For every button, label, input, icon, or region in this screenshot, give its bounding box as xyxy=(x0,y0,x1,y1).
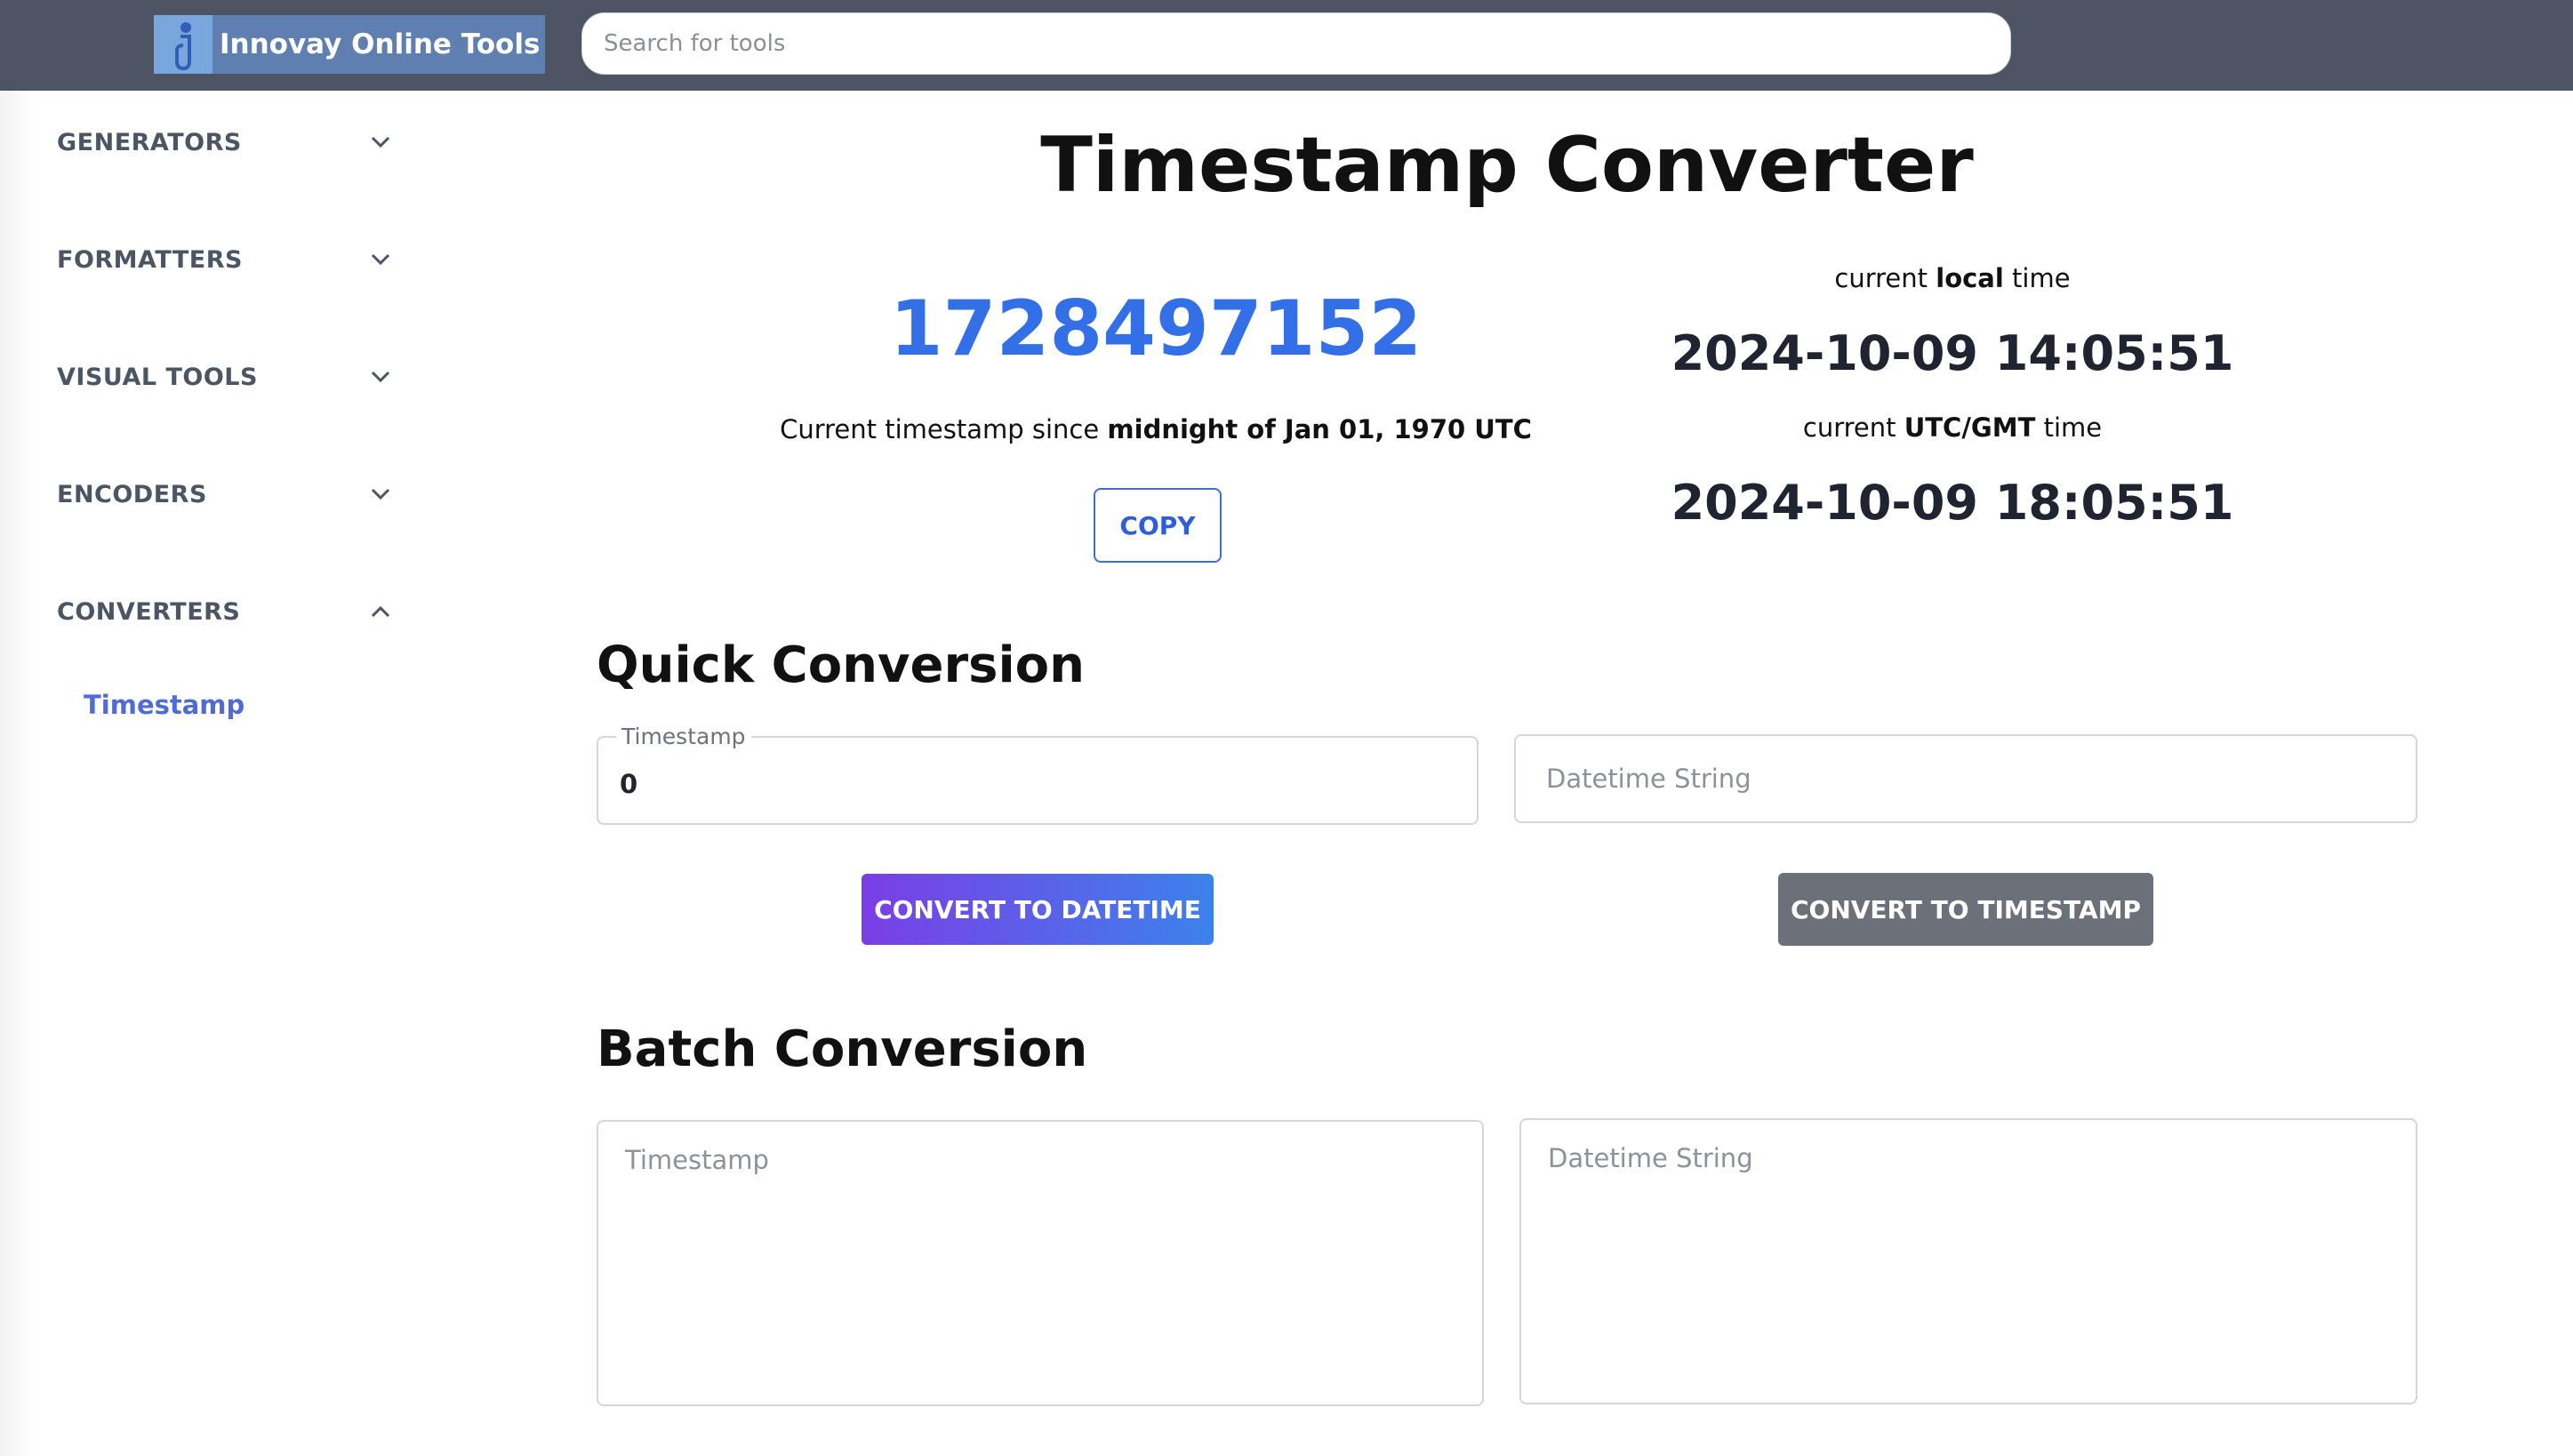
top-bar: Innovay Online Tools xyxy=(0,0,2573,91)
convert-to-datetime-button[interactable]: CONVERT TO DATETIME xyxy=(862,874,1214,945)
chevron-up-icon xyxy=(371,605,390,618)
sidebar-item-visual-tools[interactable]: VISUAL TOOLS xyxy=(57,350,395,404)
label-post: time xyxy=(2035,412,2103,443)
sidebar-item-label: FORMATTERS xyxy=(57,245,243,274)
local-time-label: current local time xyxy=(1686,263,2219,293)
brand-link[interactable]: Innovay Online Tools xyxy=(154,15,546,74)
label-bold: local xyxy=(1936,263,2004,293)
chevron-down-icon xyxy=(371,488,390,500)
sidebar-item-encoders[interactable]: ENCODERS xyxy=(57,468,395,521)
chevron-down-icon xyxy=(371,253,390,266)
quick-timestamp-input[interactable] xyxy=(598,738,1477,823)
caption-prefix: Current timestamp since xyxy=(780,414,1108,444)
sidebar-item-converters[interactable]: CONVERTERS xyxy=(57,585,395,638)
label-post: time xyxy=(2003,263,2071,293)
quick-timestamp-field[interactable]: Timestamp xyxy=(597,724,1479,825)
quick-datetime-input[interactable] xyxy=(1516,736,2416,821)
label-pre: current xyxy=(1802,412,1904,443)
quick-conversion-heading: Quick Conversion xyxy=(597,636,1086,694)
timestamp-caption: Current timestamp since midnight of Jan … xyxy=(765,414,1547,444)
label-pre: current xyxy=(1834,263,1936,293)
label-bold: UTC/GMT xyxy=(1904,412,2036,443)
batch-datetime-field[interactable] xyxy=(1519,1118,2417,1404)
caption-bold: midnight of Jan 01, 1970 UTC xyxy=(1107,414,1532,444)
quick-timestamp-label: Timestamp xyxy=(616,724,751,749)
sidebar-item-label: VISUAL TOOLS xyxy=(57,363,258,391)
page-title: Timestamp Converter xyxy=(1040,121,1974,210)
utc-time-value: 2024-10-09 18:05:51 xyxy=(1671,475,2234,531)
batch-timestamp-field[interactable] xyxy=(597,1120,1484,1406)
copy-button[interactable]: COPY xyxy=(1094,488,1222,563)
local-time-value: 2024-10-09 14:05:51 xyxy=(1671,325,2234,381)
search-input[interactable] xyxy=(582,13,2010,74)
chevron-down-icon xyxy=(371,371,390,383)
batch-conversion-heading: Batch Conversion xyxy=(597,1020,1088,1078)
sidebar: GENERATORS FORMATTERS VISUAL TOOLS ENCOD… xyxy=(0,91,418,1456)
current-timestamp: 1728497152 xyxy=(889,284,1423,373)
quick-datetime-field[interactable] xyxy=(1514,734,2417,823)
innovay-logo-icon xyxy=(154,15,212,74)
search-box[interactable] xyxy=(581,12,2011,75)
sidebar-item-label: CONVERTERS xyxy=(57,597,241,626)
convert-to-timestamp-button[interactable]: CONVERT TO TIMESTAMP xyxy=(1778,873,2153,946)
sidebar-item-label: ENCODERS xyxy=(57,480,207,508)
batch-timestamp-textarea[interactable] xyxy=(598,1122,1482,1404)
sidebar-item-formatters[interactable]: FORMATTERS xyxy=(57,233,395,286)
sidebar-subitem-timestamp[interactable]: Timestamp xyxy=(84,690,244,720)
brand-name: Innovay Online Tools xyxy=(220,28,541,60)
utc-time-label: current UTC/GMT time xyxy=(1686,412,2219,443)
batch-datetime-textarea[interactable] xyxy=(1521,1120,2416,1403)
